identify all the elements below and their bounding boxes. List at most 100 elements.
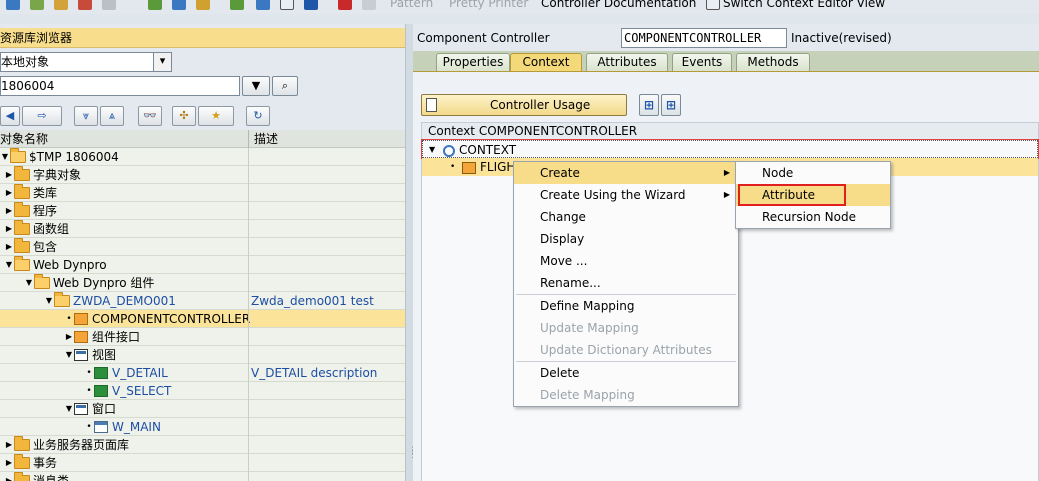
tree-row[interactable]: ▶ 事务 bbox=[0, 454, 405, 472]
glasses-icon[interactable]: ⌕ bbox=[272, 76, 298, 96]
submenu-arrow-icon: ▶ bbox=[723, 190, 730, 199]
panel-splitter[interactable]: ⋮⋮ bbox=[405, 24, 417, 481]
menu-item-rename[interactable]: Rename... bbox=[514, 272, 738, 294]
view-icon bbox=[94, 385, 108, 397]
tree-row[interactable]: ▼ 窗口 bbox=[0, 400, 405, 418]
expand-all-icon[interactable]: ⩔ bbox=[74, 106, 98, 126]
tree-row[interactable]: ▼ $TMP 1806004 bbox=[0, 148, 405, 166]
expand-toggle-icon[interactable]: ▼ bbox=[4, 256, 14, 274]
window-icon[interactable] bbox=[280, 0, 294, 10]
tree-row[interactable]: ▶ 包含 bbox=[0, 238, 405, 256]
component-controller-field[interactable]: COMPONENTCONTROLLER bbox=[621, 28, 787, 48]
views-icon bbox=[74, 349, 88, 361]
info-icon[interactable] bbox=[304, 0, 318, 10]
tab-attributes[interactable]: Attributes bbox=[586, 53, 668, 71]
tree-row[interactable]: ▶ 业务服务器页面库 bbox=[0, 436, 405, 454]
menu-item-move[interactable]: Move ... bbox=[514, 250, 738, 272]
menu-item-label: Display bbox=[540, 232, 585, 246]
column-name-header: 对象名称 bbox=[0, 132, 49, 146]
tab-events[interactable]: Events bbox=[672, 53, 732, 71]
find-icon[interactable]: ⊞ bbox=[639, 94, 659, 116]
expand-toggle-icon[interactable]: ▼ bbox=[24, 274, 34, 292]
tree-row[interactable]: ▼ ZWDA_DEMO001 Zwda_demo001 test bbox=[0, 292, 405, 310]
collapse-all-icon[interactable]: ⩓ bbox=[100, 106, 124, 126]
tab-context[interactable]: Context bbox=[510, 53, 582, 71]
controller-usage-button[interactable]: Controller Usage bbox=[421, 94, 627, 116]
menu-item-display[interactable]: Display bbox=[514, 228, 738, 250]
folder-icon bbox=[14, 238, 30, 253]
collapsed-toggle-icon[interactable]: ▶ bbox=[4, 436, 14, 454]
tree-row[interactable]: ▶ 类库 bbox=[0, 184, 405, 202]
tree-row[interactable]: ▶ 字典对象 bbox=[0, 166, 405, 184]
tree-row[interactable]: • V_DETAIL V_DETAIL description bbox=[0, 364, 405, 382]
object-name-input[interactable]: 1806004 bbox=[0, 76, 240, 96]
expand-toggle-icon[interactable]: ▼ bbox=[429, 141, 435, 159]
where-used-icon[interactable] bbox=[102, 0, 116, 10]
arrow-icon[interactable] bbox=[6, 0, 20, 10]
activate-icon[interactable] bbox=[54, 0, 68, 10]
menu-item-create-wizard[interactable]: Create Using the Wizard ▶ bbox=[514, 184, 738, 206]
expand-toggle-icon[interactable]: ▼ bbox=[0, 148, 10, 166]
hierarchy-tools-icon[interactable]: ✣ bbox=[172, 106, 196, 126]
stop-icon[interactable] bbox=[338, 0, 352, 10]
tree-node-label: 事务 bbox=[33, 456, 58, 470]
submenu-item-attribute[interactable]: Attribute bbox=[736, 184, 890, 206]
collapsed-toggle-icon[interactable]: ▶ bbox=[4, 202, 14, 220]
collapsed-toggle-icon[interactable]: ▶ bbox=[4, 184, 14, 202]
collapsed-toggle-icon[interactable]: ▶ bbox=[4, 220, 14, 238]
tree-icon[interactable] bbox=[230, 0, 244, 10]
collapsed-toggle-icon[interactable]: ▶ bbox=[64, 328, 74, 346]
pattern-button[interactable]: Pattern bbox=[390, 0, 433, 10]
dropdown-button[interactable]: ▼ bbox=[242, 76, 270, 96]
submenu-item-recursion-node[interactable]: Recursion Node bbox=[736, 206, 890, 228]
context-root-node[interactable]: ▼ CONTEXT bbox=[421, 139, 1039, 159]
tree-row[interactable]: ▼ Web Dynpro bbox=[0, 256, 405, 274]
tree-row[interactable]: ▼ 视图 bbox=[0, 346, 405, 364]
tree-row[interactable]: ▶ 组件接口 bbox=[0, 328, 405, 346]
switch-context-editor-view-button[interactable]: Switch Context Editor View bbox=[723, 0, 885, 10]
object-type-dropdown[interactable]: 本地对象 ▾ bbox=[0, 52, 172, 72]
find-next-icon[interactable]: ⊞ bbox=[661, 94, 681, 116]
expand-toggle-icon[interactable]: ▼ bbox=[64, 346, 74, 364]
tree-row[interactable]: ▶ 函数组 bbox=[0, 220, 405, 238]
collapsed-toggle-icon[interactable]: ▶ bbox=[4, 454, 14, 472]
view-icon bbox=[94, 367, 108, 379]
switch-view-icon[interactable] bbox=[706, 0, 720, 10]
tab-properties[interactable]: Properties bbox=[436, 53, 510, 71]
expand-toggle-icon[interactable]: ▼ bbox=[44, 292, 54, 310]
tree-row[interactable]: ▶ 程序 bbox=[0, 202, 405, 220]
menu-item-change[interactable]: Change bbox=[514, 206, 738, 228]
folder-open-icon bbox=[14, 256, 30, 271]
chevron-down-icon[interactable]: ▾ bbox=[153, 53, 171, 71]
controller-documentation-button[interactable]: Controller Documentation bbox=[541, 0, 696, 10]
tree-row-selected[interactable]: • COMPONENTCONTROLLER bbox=[0, 310, 405, 328]
tree-row[interactable]: ▼ Web Dynpro 组件 bbox=[0, 274, 405, 292]
collapsed-toggle-icon[interactable]: ▶ bbox=[4, 472, 14, 481]
tree-row[interactable]: • V_SELECT bbox=[0, 382, 405, 400]
check-icon[interactable] bbox=[30, 0, 44, 10]
windows-icon bbox=[74, 403, 88, 415]
pretty-printer-button[interactable]: Pretty Printer bbox=[449, 0, 528, 10]
expand-toggle-icon[interactable]: ▼ bbox=[64, 400, 74, 418]
menu-item-define-mapping[interactable]: Define Mapping bbox=[514, 295, 738, 317]
refresh-icon[interactable]: ↻ bbox=[246, 106, 270, 126]
hierarchy-icon[interactable] bbox=[148, 0, 162, 10]
layout-icon[interactable] bbox=[256, 0, 270, 10]
forward-icon[interactable]: ⇨ bbox=[22, 106, 62, 126]
collapsed-toggle-icon[interactable]: ▶ bbox=[4, 166, 14, 184]
tree-row[interactable]: ▶ 消息类 bbox=[0, 472, 405, 481]
tab-methods[interactable]: Methods bbox=[736, 53, 810, 71]
collapsed-toggle-icon[interactable]: ▶ bbox=[4, 238, 14, 256]
submenu-item-node[interactable]: Node bbox=[736, 162, 890, 184]
tree-node-label: Web Dynpro 组件 bbox=[53, 276, 155, 290]
menu-item-delete[interactable]: Delete bbox=[514, 362, 738, 384]
back-icon[interactable]: ◀ bbox=[0, 106, 20, 126]
favorites-icon[interactable]: ★ bbox=[198, 106, 234, 126]
folder-icon bbox=[14, 184, 30, 199]
pencil-icon[interactable] bbox=[172, 0, 186, 10]
object-icon[interactable] bbox=[78, 0, 92, 10]
find-icon[interactable]: 👓 bbox=[138, 106, 162, 126]
test-icon[interactable] bbox=[196, 0, 210, 10]
menu-item-create[interactable]: Create ▶ bbox=[514, 162, 738, 184]
tree-row[interactable]: • W_MAIN bbox=[0, 418, 405, 436]
